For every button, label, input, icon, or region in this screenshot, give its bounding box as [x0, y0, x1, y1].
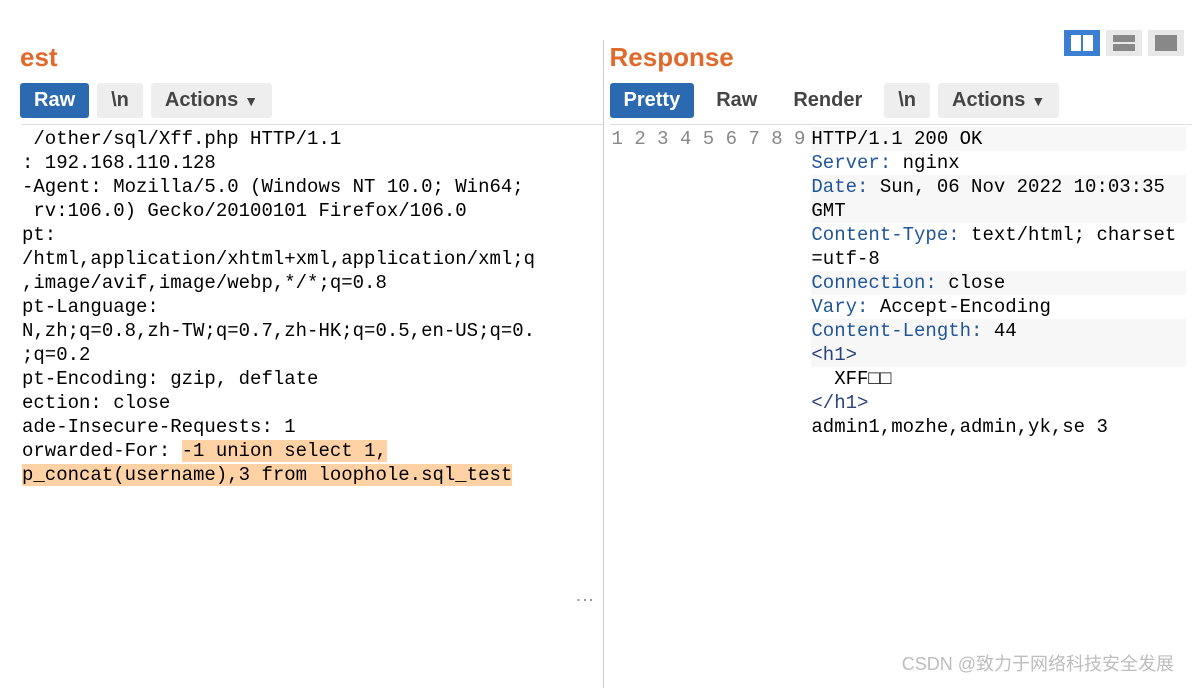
request-title: est [20, 40, 603, 81]
tab-actions-response-label: Actions [952, 89, 1025, 112]
tab-raw[interactable]: Raw [20, 83, 89, 118]
request-editor[interactable]: /other/sql/Xff.php HTTP/1.1 : 192.168.11… [22, 124, 603, 688]
sql-injection-highlight-1: -1 union select 1, [182, 440, 387, 462]
response-tabs: Pretty Raw Render \n Actions ▼ [610, 81, 1192, 124]
watermark: CSDN @致力于网络科技安全发展 [902, 650, 1174, 676]
tab-newline-response[interactable]: \n [884, 83, 930, 118]
sql-injection-highlight-2: p_concat(username),3 from loophole.sql_t… [22, 464, 512, 486]
tab-newline[interactable]: \n [97, 83, 143, 118]
request-tabs: Raw \n Actions ▼ [20, 81, 603, 124]
tab-raw-response[interactable]: Raw [702, 83, 771, 118]
drag-handle-icon[interactable]: ⋮ [574, 591, 596, 610]
response-body: HTTP/1.1 200 OKServer: nginxDate: Sun, 0… [811, 127, 1192, 688]
request-body[interactable]: /other/sql/Xff.php HTTP/1.1 : 192.168.11… [22, 127, 603, 688]
response-title: Response [610, 40, 1192, 81]
tab-actions-response[interactable]: Actions ▼ [938, 83, 1059, 118]
response-viewer[interactable]: 1 2 3 4 5 6 7 8 9 HTTP/1.1 200 OKServer:… [610, 124, 1192, 688]
tab-actions[interactable]: Actions ▼ [151, 83, 272, 118]
line-gutter: 1 2 3 4 5 6 7 8 9 [610, 127, 812, 688]
chevron-down-icon: ▼ [244, 93, 258, 109]
request-panel: est Raw \n Actions ▼ /other/sql/Xff.php … [20, 40, 604, 688]
response-panel: Response Pretty Raw Render \n Actions ▼ … [610, 40, 1192, 688]
tab-pretty[interactable]: Pretty [610, 83, 695, 118]
tab-render[interactable]: Render [779, 83, 876, 118]
tab-actions-label: Actions [165, 89, 238, 112]
chevron-down-icon: ▼ [1031, 93, 1045, 109]
